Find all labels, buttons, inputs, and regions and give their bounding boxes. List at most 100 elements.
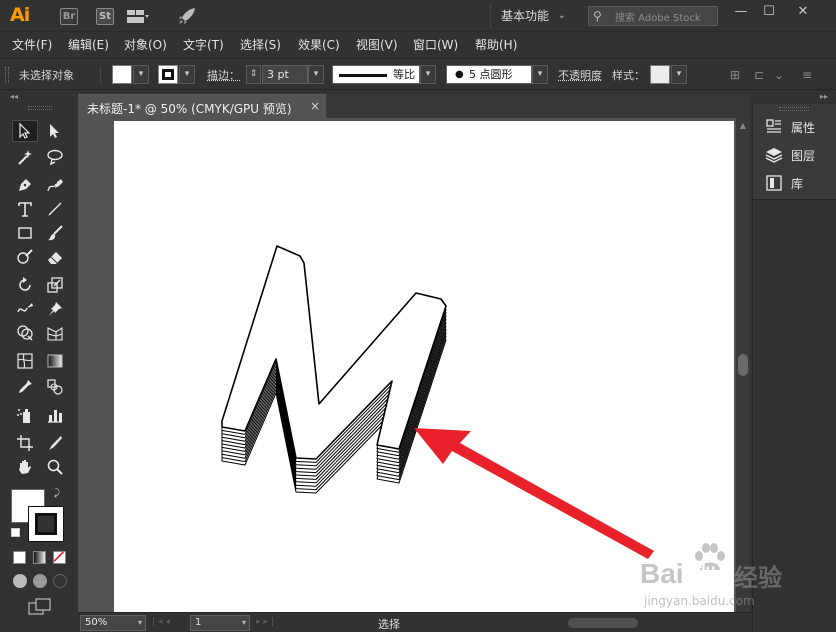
menu-select[interactable]: 选择(S): [240, 36, 281, 53]
properties-panel-button[interactable]: 属性: [763, 116, 835, 138]
menu-object[interactable]: 对象(O): [124, 36, 167, 53]
graphic-style-swatch[interactable]: [650, 65, 670, 84]
brush-dropdown[interactable]: ▾: [532, 65, 548, 84]
vertical-scrollbar[interactable]: ▲: [736, 118, 750, 612]
menu-effect[interactable]: 效果(C): [298, 36, 340, 53]
control-bar-grip[interactable]: [5, 67, 9, 83]
menu-type[interactable]: 文字(T): [183, 36, 224, 53]
stroke-stepper[interactable]: ⇕: [246, 65, 261, 84]
pen-tool[interactable]: [12, 174, 38, 196]
mesh-tool[interactable]: [12, 350, 38, 372]
stock-button[interactable]: St: [96, 8, 114, 25]
swap-fill-stroke-icon[interactable]: ⤸: [54, 488, 60, 499]
shaper-tool[interactable]: [12, 246, 38, 268]
artboard[interactable]: [114, 121, 734, 612]
document-tab[interactable]: 未标题-1* @ 50% (CMYK/GPU 预览) ×: [78, 94, 326, 118]
lasso-tool[interactable]: [42, 146, 68, 168]
hand-tool[interactable]: [12, 456, 38, 478]
gradient-tool[interactable]: [42, 350, 68, 372]
paintbrush-tool[interactable]: [42, 222, 68, 244]
perspective-grid-tool[interactable]: [42, 322, 68, 344]
scroll-up-icon[interactable]: ▲: [738, 121, 748, 131]
selection-tool[interactable]: [12, 120, 38, 142]
fill-color-swatch[interactable]: [112, 65, 132, 84]
stroke-color-swatch[interactable]: [158, 65, 178, 84]
rectangle-icon: [18, 227, 32, 239]
rectangle-tool[interactable]: [12, 222, 38, 244]
menu-view[interactable]: 视图(V): [356, 36, 398, 53]
chevron-down-icon[interactable]: ⌄: [772, 68, 786, 82]
blend-tool[interactable]: [42, 376, 68, 398]
style-dropdown[interactable]: ▾: [671, 65, 687, 84]
brush-definition[interactable]: ● 5 点圆形: [446, 65, 532, 84]
stroke-weight-dropdown[interactable]: ▾: [308, 65, 324, 84]
layers-panel-button[interactable]: 图层: [763, 144, 835, 166]
canvas-area[interactable]: [78, 118, 736, 612]
type-tool[interactable]: [12, 198, 38, 220]
panel-grip[interactable]: [779, 107, 809, 111]
artboard-number-field[interactable]: 1 ▾: [190, 615, 250, 631]
right-panel-expand-icon[interactable]: ▸▸: [820, 92, 828, 102]
toolbar-collapse-icon[interactable]: ◂◂: [10, 92, 18, 102]
zoom-tool[interactable]: [42, 456, 68, 478]
toolbar-grip[interactable]: [28, 106, 52, 110]
artboard-tool[interactable]: [12, 432, 38, 454]
draw-normal-icon[interactable]: [13, 574, 27, 588]
menu-help[interactable]: 帮助(H): [475, 36, 517, 53]
minimize-button[interactable]: —: [728, 3, 754, 21]
workspace-switcher[interactable]: 基本功能 ⌄: [490, 4, 570, 28]
variable-width-profile[interactable]: 等比: [332, 65, 420, 84]
extruded-letter-m[interactable]: [221, 245, 447, 494]
menu-window[interactable]: 窗口(W): [413, 36, 458, 53]
vertical-scroll-thumb[interactable]: [738, 354, 748, 376]
stroke-swatch[interactable]: [28, 506, 64, 542]
rocket-icon[interactable]: [178, 7, 196, 25]
curvature-tool[interactable]: [42, 174, 68, 196]
draw-inside-icon[interactable]: [53, 574, 67, 588]
column-graph-tool[interactable]: [42, 404, 68, 426]
close-tab-button[interactable]: ×: [310, 99, 320, 113]
profile-dropdown[interactable]: ▾: [420, 65, 436, 84]
opacity-label[interactable]: 不透明度: [558, 67, 602, 83]
libraries-panel-button[interactable]: 库: [763, 172, 835, 194]
transform-icon[interactable]: ⊏: [752, 68, 766, 82]
maximize-button[interactable]: ☐: [756, 3, 782, 21]
slice-tool[interactable]: [42, 432, 68, 454]
screen-mode-icon[interactable]: [28, 598, 52, 616]
puppet-warp-tool[interactable]: [42, 298, 68, 320]
align-icon[interactable]: ⊞: [728, 68, 742, 82]
libraries-label: 库: [791, 177, 804, 191]
eraser-tool[interactable]: [42, 246, 68, 268]
scale-tool[interactable]: [42, 274, 68, 296]
next-artboard-icon[interactable]: ▸▸|: [256, 617, 277, 627]
zoom-level-field[interactable]: 50% ▾: [80, 615, 146, 631]
stroke-color-dropdown[interactable]: ▾: [179, 65, 195, 84]
default-colors-icon[interactable]: [11, 528, 20, 537]
stroke-weight-input[interactable]: 3 pt: [262, 65, 308, 84]
direct-selection-tool[interactable]: [42, 120, 68, 142]
stock-search-input[interactable]: ⚲ 搜索 Adobe Stock: [588, 6, 718, 26]
magic-wand-tool[interactable]: [12, 146, 38, 168]
eyedropper-tool[interactable]: [12, 376, 38, 398]
close-window-button[interactable]: ✕: [790, 3, 816, 21]
none-mode-button[interactable]: [53, 551, 66, 564]
color-mode-button[interactable]: [13, 551, 26, 564]
horizontal-scroll-thumb[interactable]: [568, 618, 638, 628]
prev-artboard-icon[interactable]: |◂◂: [152, 617, 173, 627]
bridge-button[interactable]: Br: [60, 8, 78, 25]
line-segment-tool[interactable]: [42, 198, 68, 220]
rotate-tool[interactable]: [12, 274, 38, 296]
fill-dropdown[interactable]: ▾: [133, 65, 149, 84]
current-tool-status[interactable]: 选择: [378, 616, 400, 632]
menu-edit[interactable]: 编辑(E): [68, 36, 109, 53]
panel-menu-icon[interactable]: ≡: [800, 68, 814, 82]
shape-builder-tool[interactable]: [12, 322, 38, 344]
gradient-mode-button[interactable]: [33, 551, 46, 564]
warp-tool[interactable]: [12, 298, 38, 320]
artwork-3d-letter-m[interactable]: [114, 121, 734, 612]
symbol-sprayer-tool[interactable]: [12, 404, 38, 426]
stroke-label[interactable]: 描边：: [207, 67, 240, 83]
draw-behind-icon[interactable]: [33, 574, 47, 588]
arrange-documents-icon[interactable]: [127, 9, 149, 24]
menu-file[interactable]: 文件(F): [12, 36, 52, 53]
